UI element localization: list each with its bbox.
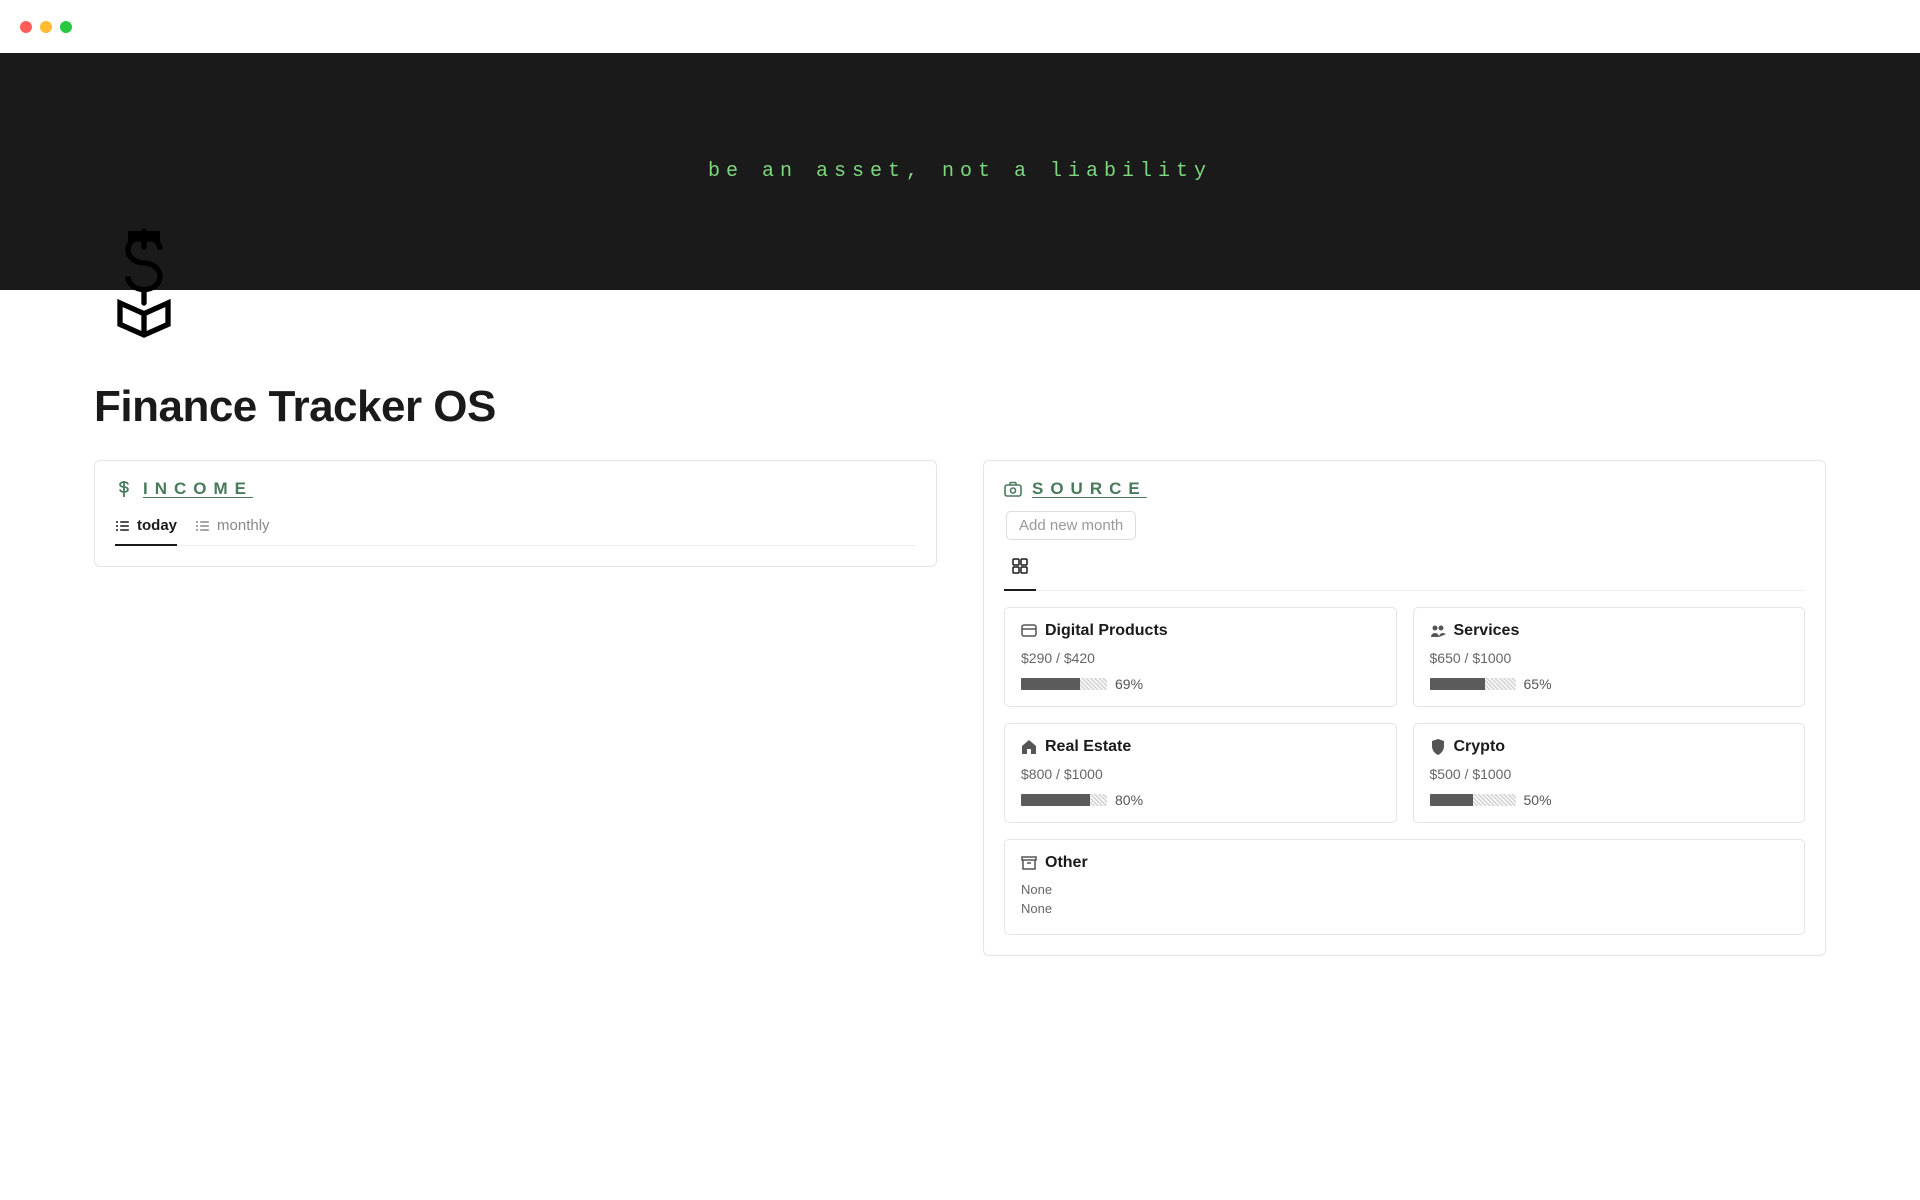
progress-percent: 69% bbox=[1115, 676, 1143, 692]
source-card[interactable]: Real Estate $800 / $1000 80% bbox=[1004, 723, 1397, 823]
source-name: Digital Products bbox=[1045, 622, 1168, 640]
progress-percent: 65% bbox=[1524, 676, 1552, 692]
window-maximize-button[interactable] bbox=[60, 21, 72, 33]
source-none-value: None bbox=[1021, 901, 1788, 916]
source-name: Other bbox=[1045, 854, 1088, 872]
income-title[interactable]: INCOME bbox=[143, 479, 253, 499]
dollar-icon bbox=[115, 480, 133, 498]
source-card[interactable]: Crypto $500 / $1000 50% bbox=[1413, 723, 1806, 823]
source-panel: SOURCE Add new month Digital Products $29… bbox=[983, 460, 1826, 956]
progress-bar bbox=[1430, 794, 1516, 806]
page-title: Finance Tracker OS bbox=[94, 382, 1826, 432]
list-icon bbox=[115, 518, 131, 534]
dollar-box-icon bbox=[99, 223, 189, 343]
income-panel: INCOME today monthly bbox=[94, 460, 937, 567]
progress-bar bbox=[1021, 794, 1107, 806]
progress-row: 80% bbox=[1021, 792, 1380, 808]
source-amount: $800 / $1000 bbox=[1021, 766, 1380, 782]
hero-tagline: be an asset, not a liability bbox=[708, 160, 1212, 183]
window-chrome bbox=[0, 0, 1920, 53]
tab-today[interactable]: today bbox=[115, 511, 177, 546]
source-card[interactable]: Services $650 / $1000 65% bbox=[1413, 607, 1806, 707]
source-amount: $290 / $420 bbox=[1021, 650, 1380, 666]
progress-row: 69% bbox=[1021, 676, 1380, 692]
source-title[interactable]: SOURCE bbox=[1032, 479, 1147, 499]
progress-percent: 50% bbox=[1524, 792, 1552, 808]
progress-bar bbox=[1430, 678, 1516, 690]
progress-percent: 80% bbox=[1115, 792, 1143, 808]
shield-icon bbox=[1430, 739, 1446, 755]
income-tabs: today monthly bbox=[115, 511, 916, 546]
list-icon bbox=[195, 518, 211, 534]
add-new-month-button[interactable]: Add new month bbox=[1006, 511, 1136, 540]
source-card[interactable]: Digital Products $290 / $420 69% bbox=[1004, 607, 1397, 707]
window-minimize-button[interactable] bbox=[40, 21, 52, 33]
source-amount: $650 / $1000 bbox=[1430, 650, 1789, 666]
source-name: Services bbox=[1454, 622, 1520, 640]
source-name: Crypto bbox=[1454, 738, 1506, 756]
source-view-tabs bbox=[1004, 552, 1805, 591]
tab-monthly[interactable]: monthly bbox=[195, 511, 270, 546]
source-card[interactable]: Other None None bbox=[1004, 839, 1805, 935]
source-none-value: None bbox=[1021, 882, 1788, 897]
page-icon[interactable] bbox=[94, 218, 194, 348]
tab-label: today bbox=[137, 517, 177, 534]
source-amount: $500 / $1000 bbox=[1430, 766, 1789, 782]
window-close-button[interactable] bbox=[20, 21, 32, 33]
people-icon bbox=[1430, 623, 1446, 639]
credit-card-icon bbox=[1021, 623, 1037, 639]
archive-icon bbox=[1021, 855, 1037, 871]
source-name: Real Estate bbox=[1045, 738, 1131, 756]
hero-banner: be an asset, not a liability bbox=[0, 53, 1920, 290]
progress-row: 50% bbox=[1430, 792, 1789, 808]
gallery-icon bbox=[1012, 558, 1028, 574]
home-icon bbox=[1021, 739, 1037, 755]
progress-bar bbox=[1021, 678, 1107, 690]
progress-row: 65% bbox=[1430, 676, 1789, 692]
camera-icon bbox=[1004, 480, 1022, 498]
gallery-view-tab[interactable] bbox=[1004, 552, 1036, 591]
tab-label: monthly bbox=[217, 517, 270, 534]
